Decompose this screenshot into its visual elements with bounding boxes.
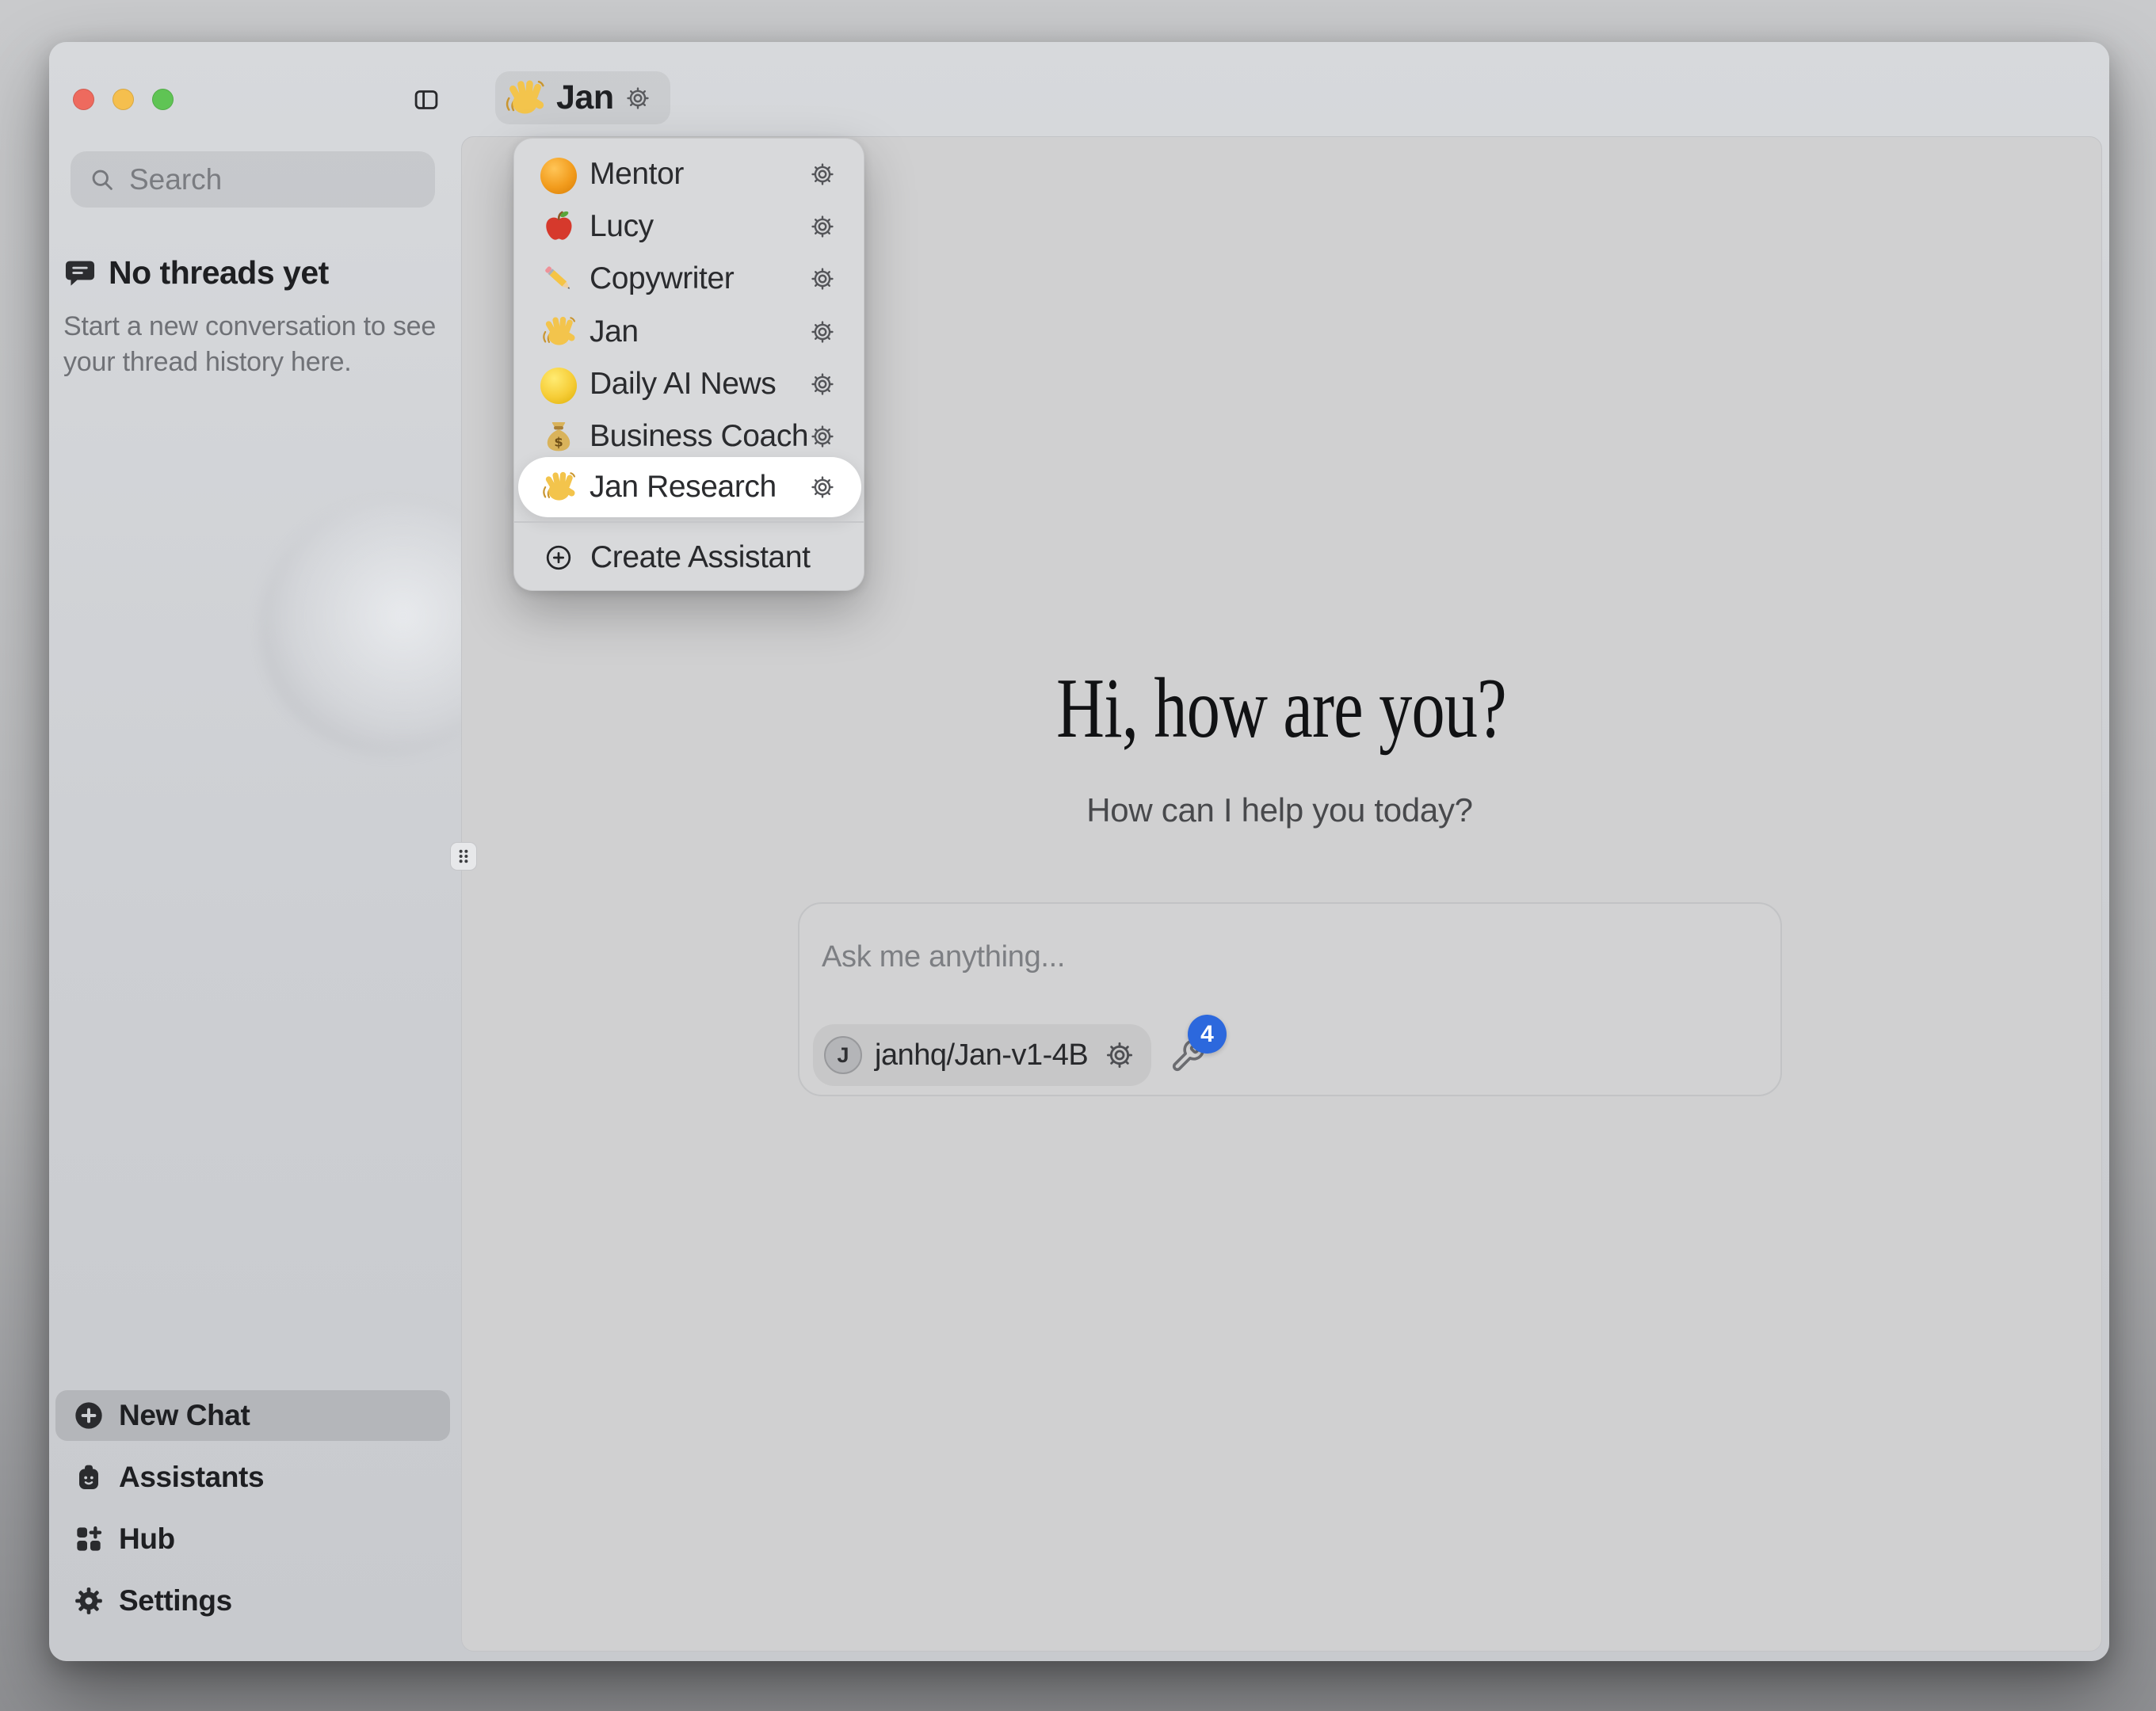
empty-state-title: No threads yet: [109, 254, 329, 292]
drag-dots-icon: [452, 844, 475, 869]
menu-item-label: Jan: [590, 314, 639, 349]
model-name: janhq/Jan-v1-4B: [875, 1038, 1088, 1073]
gear-icon[interactable]: [809, 423, 836, 450]
composer-placeholder: Ask me anything...: [822, 940, 1065, 974]
current-assistant-name: Jan: [556, 78, 614, 117]
plus-circle-outline-icon: [544, 543, 573, 572]
menu-item-jan[interactable]: Jan: [518, 306, 861, 358]
gear-icon[interactable]: [809, 161, 836, 188]
menu-item-daily-ai-news[interactable]: Daily AI News: [518, 358, 861, 410]
sidebar-item-label: Assistants: [119, 1461, 264, 1494]
model-settings-gear-icon[interactable]: [1104, 1039, 1135, 1071]
desktop-background: No threads yet Start a new conversation …: [0, 0, 2156, 1711]
create-assistant-label: Create Assistant: [590, 540, 811, 575]
tools-count-badge: 4: [1188, 1015, 1227, 1054]
plus-circle-icon: [73, 1400, 105, 1431]
pencil-emoji-icon: [540, 261, 577, 297]
gear-icon[interactable]: [809, 474, 836, 501]
waving-hand-emoji-icon: [503, 77, 546, 120]
apple-emoji-icon: [540, 208, 577, 245]
menu-item-mentor[interactable]: Mentor: [518, 148, 861, 200]
menu-item-label: Business Coach: [590, 419, 808, 454]
gear-icon[interactable]: [809, 265, 836, 292]
menu-item-label: Jan Research: [590, 470, 777, 505]
waving-hand-emoji-icon: [540, 314, 577, 350]
menu-item-label: Copywriter: [590, 261, 734, 296]
sidebar-item-label: Settings: [119, 1584, 232, 1618]
menu-item-copywriter[interactable]: Copywriter: [518, 253, 861, 305]
sidebar-item-label: New Chat: [119, 1399, 250, 1432]
chat-bubble-icon: [63, 257, 97, 290]
model-selector[interactable]: J janhq/Jan-v1-4B: [813, 1024, 1151, 1086]
gear-icon: [73, 1585, 105, 1617]
assistant-settings-gear-icon[interactable]: [624, 85, 651, 112]
search-icon: [88, 166, 116, 194]
assistant-robot-icon: [73, 1461, 105, 1493]
sidebar-item-hub[interactable]: Hub: [55, 1514, 450, 1564]
yellow-circle-emoji-icon: [540, 368, 577, 404]
search-input[interactable]: [128, 162, 435, 197]
create-assistant-button[interactable]: Create Assistant: [518, 532, 861, 584]
gear-icon[interactable]: [809, 213, 836, 240]
orange-circle-emoji-icon: [540, 158, 577, 194]
menu-item-business-coach[interactable]: Business Coach: [518, 410, 861, 463]
sidebar-item-settings[interactable]: Settings: [55, 1576, 450, 1626]
money-bag-emoji-icon: [540, 418, 577, 455]
hub-grid-icon: [73, 1523, 105, 1555]
sidebar-item-label: Hub: [119, 1522, 175, 1556]
menu-item-jan-research[interactable]: Jan Research: [518, 457, 861, 517]
assistant-selector[interactable]: Jan: [495, 71, 670, 124]
sidebar-item-new-chat[interactable]: New Chat: [55, 1390, 450, 1441]
model-avatar: J: [824, 1036, 862, 1074]
menu-item-label: Daily AI News: [590, 367, 776, 402]
message-composer[interactable]: Ask me anything... J janhq/Jan-v1-4B 4: [798, 902, 1782, 1096]
jan-app-window: No threads yet Start a new conversation …: [49, 42, 2109, 1661]
menu-item-label: Mentor: [590, 157, 684, 192]
greeting-subtitle: How can I help you today?: [1086, 791, 1472, 829]
assistant-dropdown-menu: Mentor Lucy Copywriter Jan Daily AI: [513, 138, 864, 591]
waving-hand-emoji-icon: [540, 469, 577, 505]
greeting-title: Hi, how are you?: [1056, 666, 1506, 752]
threads-empty-state: No threads yet Start a new conversation …: [63, 254, 444, 380]
gear-icon[interactable]: [809, 371, 836, 398]
sidebar-item-assistants[interactable]: Assistants: [55, 1452, 450, 1503]
sidebar-nav: New Chat Assistants Hub Settings: [55, 1379, 450, 1626]
gear-icon[interactable]: [809, 318, 836, 345]
sidebar-resize-handle[interactable]: [450, 842, 477, 871]
menu-divider: [514, 521, 864, 523]
search-box[interactable]: [71, 151, 435, 208]
sidebar: No threads yet Start a new conversation …: [49, 42, 461, 1661]
menu-item-lucy[interactable]: Lucy: [518, 200, 861, 253]
empty-state-description: Start a new conversation to see your thr…: [63, 309, 444, 380]
menu-item-label: Lucy: [590, 209, 654, 244]
